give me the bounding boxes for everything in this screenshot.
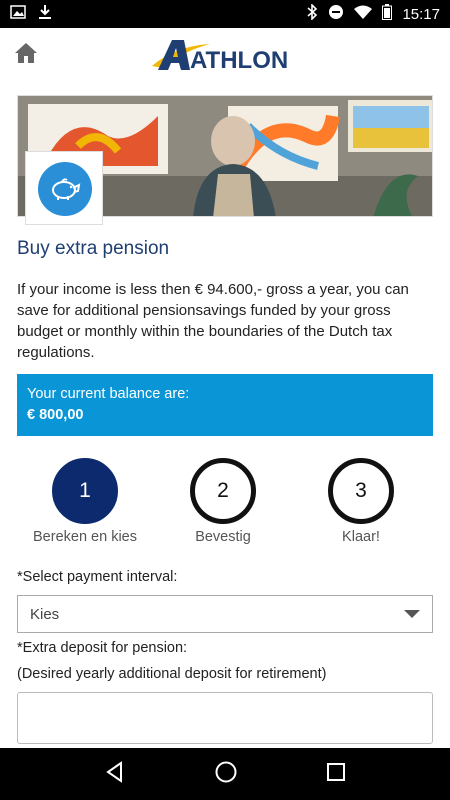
step-1[interactable]: 1 Bereken en kies	[25, 458, 145, 545]
step-1-label: Bereken en kies	[33, 529, 137, 545]
step-2[interactable]: 2 Bevestig	[163, 458, 283, 545]
balance-amount: € 800,00	[27, 407, 84, 423]
step-2-circle: 2	[190, 458, 256, 524]
payment-interval-value: Kies	[30, 605, 60, 623]
home-circle-icon[interactable]	[214, 760, 238, 789]
wifi-icon	[354, 5, 373, 23]
app-header: ATHLON	[0, 28, 450, 90]
image-icon	[10, 4, 26, 24]
step-3-circle: 3	[328, 458, 394, 524]
battery-icon	[382, 4, 393, 24]
balance-label: Your current balance are:	[27, 386, 190, 402]
piggy-bank-icon	[38, 162, 92, 216]
download-icon	[38, 4, 52, 25]
home-icon[interactable]	[14, 42, 40, 66]
payment-interval-label: *Select payment interval:	[17, 569, 178, 585]
step-2-label: Bevestig	[195, 529, 251, 545]
step-1-circle: 1	[52, 458, 118, 524]
deposit-input[interactable]	[17, 692, 433, 744]
status-bar: 15:17	[0, 0, 450, 28]
balance-box: Your current balance are: € 800,00	[17, 374, 433, 436]
chevron-down-icon	[404, 610, 420, 618]
back-icon[interactable]	[104, 760, 126, 788]
piggy-bank-badge	[25, 151, 103, 225]
deposit-label: *Extra deposit for pension:	[17, 640, 188, 656]
logo-text: ATHLON	[190, 47, 288, 74]
athlon-logo: ATHLON	[150, 36, 300, 76]
system-nav-bar	[0, 748, 450, 800]
bluetooth-icon	[306, 3, 318, 24]
step-3-label: Klaar!	[342, 529, 380, 545]
payment-interval-select[interactable]: Kies	[17, 595, 433, 633]
clock: 15:17	[402, 5, 440, 23]
page-title: Buy extra pension	[17, 238, 170, 259]
deposit-hint: (Desired yearly additional deposit for r…	[17, 666, 327, 682]
step-3[interactable]: 3 Klaar!	[301, 458, 421, 545]
intro-text: If your income is less then € 94.600,- g…	[17, 281, 409, 361]
recents-icon[interactable]	[326, 762, 346, 787]
do-not-disturb-icon	[328, 4, 344, 24]
